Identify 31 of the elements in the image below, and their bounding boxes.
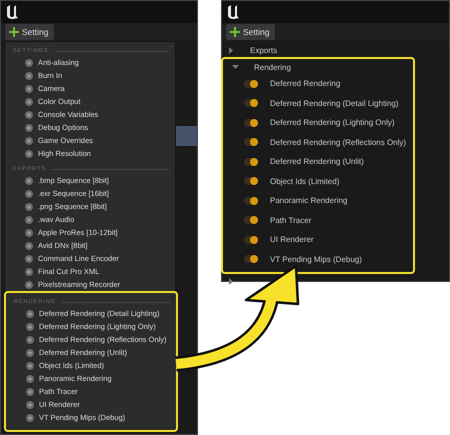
toggle-switch[interactable]: [244, 196, 258, 205]
setting-label: Deferred Rendering (Unlit): [270, 157, 364, 166]
setting-label: Path Tracer: [270, 216, 312, 225]
setting-button[interactable]: Setting: [5, 24, 54, 40]
setting-label: UI Renderer: [270, 235, 314, 244]
setting-label: Object Ids (Limited): [270, 176, 340, 186]
category-label[interactable]: Exports: [250, 46, 278, 54]
toggle-switch[interactable]: [244, 177, 258, 186]
setting-label: Deferred Rendering (Detail Lighting): [270, 98, 399, 108]
toggle-switch[interactable]: [244, 80, 258, 88]
logo-icon: [5, 4, 20, 20]
toggle-switch[interactable]: [244, 118, 258, 127]
expanded-arrow-icon[interactable]: [232, 64, 239, 70]
plus-icon: [9, 27, 19, 37]
tree-row[interactable]: Exports: [222, 43, 449, 57]
setting-label: Deferred Rendering (Lighting Only): [270, 118, 395, 128]
setting-label: Deferred Rendering (Reflections Only): [270, 138, 406, 147]
setting-label: VT Pending Mips (Debug): [270, 254, 362, 264]
plus-icon: [230, 27, 240, 37]
toggle-switch[interactable]: [244, 99, 258, 108]
toggle-switch[interactable]: [244, 216, 258, 224]
toggle-switch[interactable]: [244, 255, 258, 264]
setting-label: Panoramic Rendering: [270, 196, 348, 206]
setting-button[interactable]: Setting: [226, 24, 276, 40]
collapsed-arrow-icon[interactable]: [228, 278, 235, 284]
toggle-switch[interactable]: [244, 236, 258, 244]
category-label[interactable]: Rendering: [254, 62, 291, 72]
toggle-switch[interactable]: [244, 158, 258, 166]
setting-label: Deferred Rendering: [270, 79, 340, 88]
logo-icon: [226, 4, 241, 20]
toggle-switch[interactable]: [244, 138, 258, 146]
